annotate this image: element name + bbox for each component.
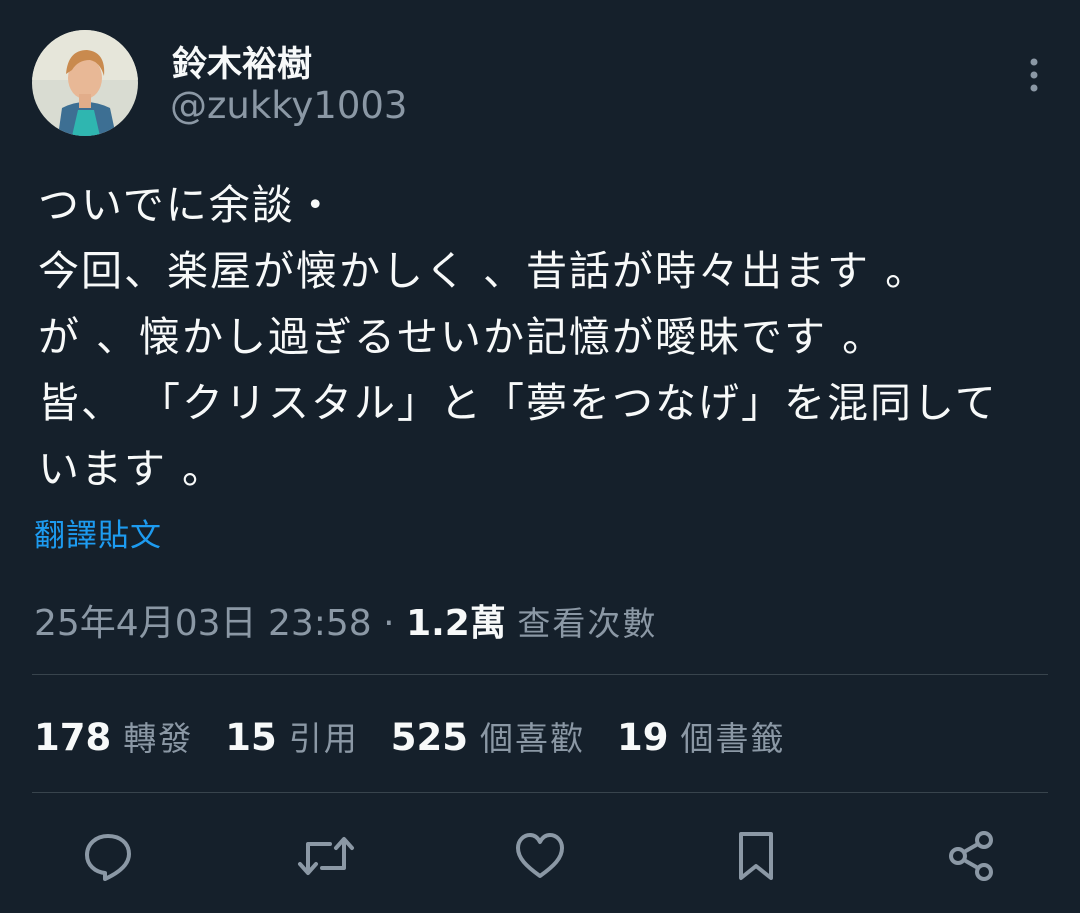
stat-label: 個喜歡 [479,719,585,758]
tweet-line: います 。 [38,445,226,493]
stat-label: 個書籤 [680,719,786,758]
divider [32,674,1048,675]
meta-separator: · [383,603,395,644]
stat-bookmarks[interactable]: 19 個書籤 [617,712,786,760]
tweet-line: が 、懐かし過ぎるせいか記憶が曖昧です 。 [38,313,886,361]
reply-button[interactable] [78,826,138,886]
reply-icon [85,834,131,881]
stat-retweets[interactable]: 178 轉發 [34,712,193,760]
tweet-line: 今回、楽屋が懐かしく 、昔話が時々出ます 。 [38,247,929,295]
views-label: 查看次數 [517,604,658,643]
tweet-text: ついでに余談・ 今回、楽屋が懐かしく 、昔話が時々出ます 。 が 、懐かし過ぎる… [38,172,1048,502]
stat-count: 19 [616,716,669,759]
stat-likes[interactable]: 525 個喜歡 [391,712,585,760]
like-button[interactable] [510,826,570,886]
tweet-line: ついでに余談・ [38,181,338,229]
author-display-name[interactable]: 鈴木裕樹 [172,36,312,87]
stat-count: 178 [34,716,112,759]
stat-label: 轉發 [123,719,194,758]
like-icon [516,833,564,878]
bookmark-button[interactable] [726,826,786,886]
stat-count: 15 [225,716,277,759]
views-count[interactable]: 1.2萬 [406,603,506,644]
stat-quotes[interactable]: 15 引用 [225,712,359,760]
retweet-button[interactable] [296,826,356,886]
stat-label: 引用 [288,719,359,758]
share-button[interactable] [942,826,1002,886]
bookmark-icon [739,832,773,880]
translate-post-link[interactable]: 翻譯貼文 [34,510,162,555]
engagement-stats: 178 轉發 15 引用 525 個喜歡 19 個書籤 [34,712,817,768]
more-vertical-icon [1030,58,1038,92]
more-options-button[interactable] [1024,56,1044,96]
share-icon [949,831,993,881]
tweet-line: 皆、 「クリスタル」と「夢をつなげ」を混同して [38,379,998,427]
retweet-icon [298,837,354,875]
author-handle[interactable]: @zukky1003 [170,84,407,127]
stat-count: 525 [390,716,468,759]
tweet-datetime[interactable]: 25年4月03日 23:58 [34,603,372,644]
avatar[interactable] [32,30,138,136]
tweet-meta: 25年4月03日 23:58 · 1.2萬 查看次數 [34,594,657,646]
tweet-header: 鈴木裕樹 @zukky1003 [32,30,1048,136]
divider [32,792,1048,793]
avatar-photo-icon [32,30,138,136]
